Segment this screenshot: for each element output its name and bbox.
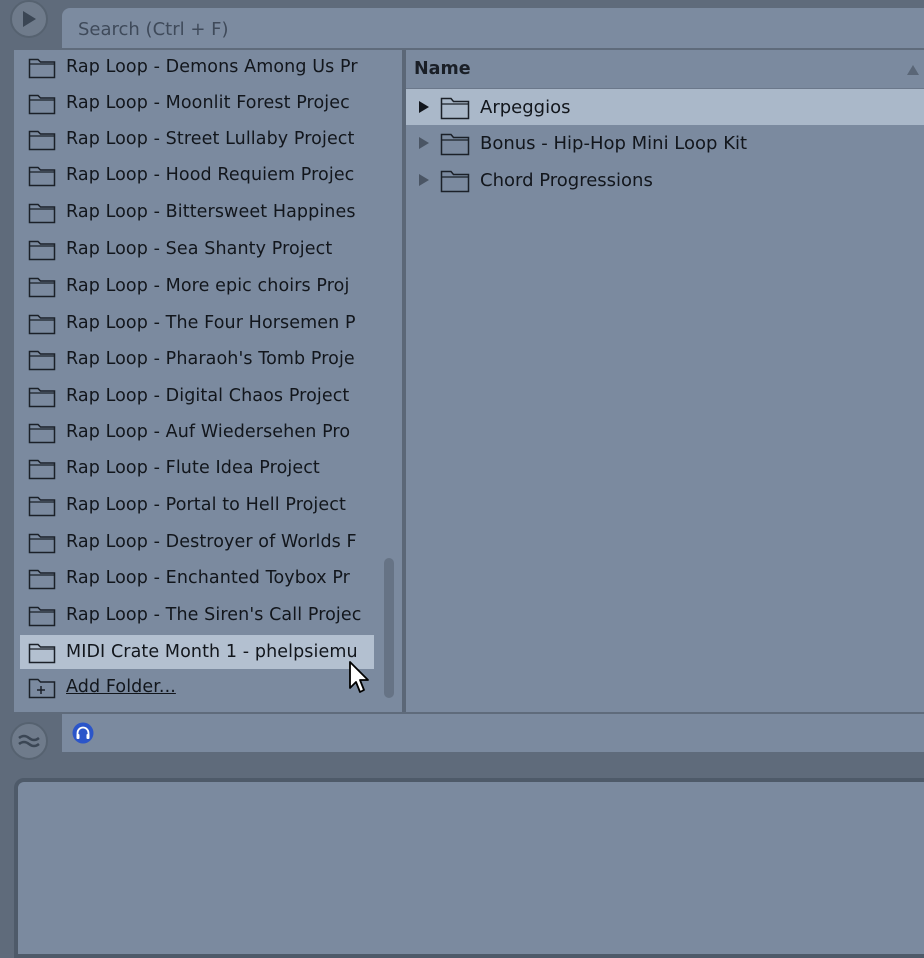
browser-toggle-button[interactable] (10, 0, 48, 38)
folder-icon (28, 423, 56, 444)
add-folder-icon (28, 678, 56, 699)
content-item[interactable]: Bonus - Hip-Hop Mini Loop Kit (406, 125, 924, 161)
place-item[interactable]: Rap Loop - The Four Horsemen P (20, 306, 374, 340)
place-item-label: Rap Loop - Sea Shanty Project (66, 239, 333, 259)
mouse-pointer-icon (349, 661, 369, 693)
content-item-selected[interactable]: Arpeggios (406, 89, 924, 125)
place-item[interactable]: Rap Loop - Demons Among Us Pr (20, 50, 374, 84)
preview-bar (62, 714, 924, 752)
folder-icon (28, 314, 56, 335)
place-item-label: Rap Loop - Demons Among Us Pr (66, 57, 358, 77)
headphones-icon[interactable] (72, 722, 94, 744)
folder-icon (28, 166, 56, 187)
info-panel (14, 778, 924, 958)
folder-icon (28, 606, 56, 627)
place-item-label: Rap Loop - Pharaoh's Tomb Proje (66, 349, 355, 369)
place-item[interactable]: Rap Loop - Portal to Hell Project (20, 488, 374, 522)
place-item-label: Rap Loop - The Siren's Call Projec (66, 605, 362, 625)
place-item[interactable]: Rap Loop - More epic choirs Proj (20, 269, 374, 303)
place-item-label: MIDI Crate Month 1 - phelpsiemu (66, 642, 358, 662)
expand-arrow-icon[interactable] (418, 173, 430, 187)
expand-arrow-icon[interactable] (418, 100, 430, 114)
place-item-label: Rap Loop - Hood Requiem Projec (66, 165, 355, 185)
place-item[interactable]: Rap Loop - Moonlit Forest Projec (20, 86, 374, 120)
folder-icon (28, 387, 56, 408)
place-item[interactable]: Rap Loop - Bittersweet Happines (20, 195, 374, 229)
folder-icon (28, 459, 56, 480)
place-item[interactable]: Rap Loop - Destroyer of Worlds F (20, 525, 374, 559)
places-list: Rap Loop - Demons Among Us Pr Rap Loop -… (14, 50, 404, 710)
folder-icon (440, 97, 470, 120)
place-item[interactable]: Rap Loop - Hood Requiem Projec (20, 158, 374, 192)
folder-icon (440, 133, 470, 156)
folder-icon (28, 643, 56, 664)
place-item[interactable]: Rap Loop - Flute Idea Project (20, 451, 374, 485)
place-item[interactable]: Rap Loop - Pharaoh's Tomb Proje (20, 342, 374, 376)
place-item-label: Rap Loop - Destroyer of Worlds F (66, 532, 357, 552)
folder-icon (28, 350, 56, 371)
play-triangle-icon (23, 11, 36, 27)
name-column-label: Name (414, 59, 471, 79)
add-folder-button[interactable]: Add Folder... (20, 670, 374, 704)
folder-icon (28, 533, 56, 554)
place-item[interactable]: Rap Loop - Auf Wiedersehen Pro (20, 415, 374, 449)
place-item-label: Rap Loop - Enchanted Toybox Pr (66, 568, 350, 588)
place-item-label: Rap Loop - Street Lullaby Project (66, 129, 355, 149)
content-item-label: Arpeggios (480, 96, 571, 118)
search-bar (62, 8, 924, 50)
folder-icon (28, 277, 56, 298)
content-item-label: Bonus - Hip-Hop Mini Loop Kit (480, 132, 748, 154)
place-item-label: Rap Loop - More epic choirs Proj (66, 276, 350, 296)
folder-icon (28, 496, 56, 517)
groove-pool-button[interactable] (10, 722, 48, 760)
place-item-label: Rap Loop - Digital Chaos Project (66, 386, 350, 406)
place-item[interactable]: Rap Loop - Digital Chaos Project (20, 379, 374, 413)
places-scrollbar[interactable] (384, 558, 394, 698)
place-item-selected[interactable]: MIDI Crate Month 1 - phelpsiemu (20, 635, 374, 669)
place-item-label: Rap Loop - Bittersweet Happines (66, 202, 356, 222)
folder-icon (28, 58, 56, 79)
folder-icon (440, 170, 470, 193)
folder-icon (28, 130, 56, 151)
place-item[interactable]: Rap Loop - Enchanted Toybox Pr (20, 561, 374, 595)
waveform-icon (18, 734, 40, 748)
content-item-label: Chord Progressions (480, 169, 653, 191)
folder-icon (28, 203, 56, 224)
expand-arrow-icon[interactable] (418, 136, 430, 150)
name-column-header[interactable]: Name (406, 50, 924, 89)
place-item-label: Rap Loop - Auf Wiedersehen Pro (66, 422, 351, 442)
content-item[interactable]: Chord Progressions (406, 162, 924, 198)
place-item-label: Rap Loop - Portal to Hell Project (66, 495, 346, 515)
place-item[interactable]: Rap Loop - The Siren's Call Projec (20, 598, 374, 632)
place-item[interactable]: Rap Loop - Street Lullaby Project (20, 122, 374, 156)
folder-icon (28, 240, 56, 261)
search-input[interactable] (76, 8, 880, 50)
content-pane: Name Arpeggios Bonus - Hip-Hop Mini Loop… (406, 50, 924, 712)
folder-icon (28, 569, 56, 590)
browser-panel: Rap Loop - Demons Among Us Pr Rap Loop -… (14, 50, 924, 712)
folder-icon (28, 94, 56, 115)
place-item[interactable]: Rap Loop - Sea Shanty Project (20, 232, 374, 266)
place-item-label: Rap Loop - Moonlit Forest Projec (66, 93, 350, 113)
add-folder-label: Add Folder... (66, 677, 176, 697)
place-item-label: Rap Loop - Flute Idea Project (66, 458, 320, 478)
place-item-label: Rap Loop - The Four Horsemen P (66, 313, 356, 333)
sort-ascending-icon (907, 65, 919, 75)
